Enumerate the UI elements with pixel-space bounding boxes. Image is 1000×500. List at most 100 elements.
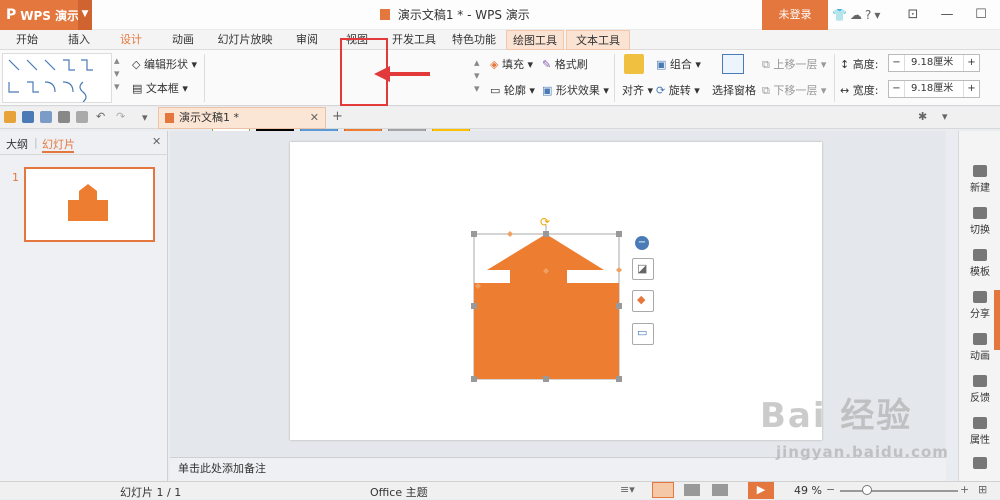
shape-effects-button[interactable]: ▣ 形状效果 ▾	[542, 82, 609, 98]
template-button[interactable]: 模板	[959, 249, 1000, 278]
width-value[interactable]: 9.18厘米	[911, 81, 953, 97]
shape-edit-float-button[interactable]: ◪	[632, 258, 654, 280]
divider: |	[34, 136, 38, 149]
height-value[interactable]: 9.18厘米	[911, 55, 953, 71]
tab-outline[interactable]: 大纲	[6, 136, 28, 152]
tab-slideshow[interactable]: 幻灯片放映	[212, 30, 278, 50]
chevron-down-icon[interactable]: ▾	[874, 8, 883, 22]
slide-thumbnail[interactable]	[24, 167, 155, 242]
close-icon[interactable]: ✕	[152, 135, 161, 148]
width-decrease-button[interactable]: −	[889, 81, 905, 97]
watermark-url: jingyan.baidu.com	[776, 443, 949, 461]
baidu-watermark: Bai 经验 jingyan.baidu.com	[760, 388, 1000, 488]
reading-view-icon[interactable]	[712, 484, 728, 496]
undo-icon[interactable]: ↶	[96, 110, 105, 123]
document-icon	[380, 9, 390, 20]
sidebar-toggle[interactable]	[994, 290, 1000, 350]
height-label: ↕ 高度:	[840, 56, 878, 72]
slides-panel: 大纲 | 幻灯片 ✕ 1	[0, 131, 168, 481]
tab-document[interactable]: 演示文稿1 * ✕	[158, 107, 326, 129]
send-backward-button[interactable]: ⧉ 下移一层 ▾	[762, 82, 826, 98]
tab-review[interactable]: 审阅	[288, 30, 326, 50]
tab-slides[interactable]: 幻灯片	[42, 136, 75, 152]
align-icon[interactable]	[624, 54, 644, 74]
login-button[interactable]: 未登录	[762, 0, 828, 30]
redo-icon[interactable]: ↷	[116, 110, 125, 123]
width-stepper[interactable]: − 9.18厘米 +	[888, 80, 980, 98]
feedback-icon[interactable]: ☁	[850, 8, 865, 22]
group-button[interactable]: ▣ 组合 ▾	[656, 56, 701, 72]
align-label: 对齐	[622, 84, 644, 97]
format-painter-button[interactable]: ✎ 格式刷	[542, 56, 588, 72]
rotate-button[interactable]: ⟳ 旋转 ▾	[656, 82, 700, 98]
transition-icon	[973, 207, 987, 219]
transition-button[interactable]: 切换	[959, 207, 1000, 236]
width-increase-button[interactable]: +	[963, 81, 979, 97]
height-increase-button[interactable]: +	[963, 55, 979, 71]
text-box-icon: ▤	[132, 82, 146, 95]
outline-button[interactable]: ▭ 轮廓 ▾	[490, 82, 535, 98]
maximize-icon[interactable]: ☐	[964, 0, 998, 30]
minimize-icon[interactable]: —	[930, 0, 964, 30]
edit-shape-icon: ◇	[132, 58, 144, 71]
shirt-icon[interactable]: 👕	[832, 8, 850, 22]
selection-pane-button[interactable]: 选择窗格	[712, 82, 756, 98]
shape-effects-icon: ▣	[542, 84, 556, 97]
close-tab-icon[interactable]: ✕	[310, 108, 319, 128]
fill-button[interactable]: ◈ 填充 ▾	[490, 56, 533, 72]
slide-count: 幻灯片 1 / 1	[120, 486, 182, 499]
tab-design[interactable]: 设计	[112, 30, 150, 50]
bring-forward-button[interactable]: ⧉ 上移一层 ▾	[762, 56, 826, 72]
save-as-icon[interactable]	[40, 111, 52, 123]
tab-drawing-tools[interactable]: 绘图工具	[506, 30, 564, 50]
open-icon[interactable]	[4, 111, 16, 123]
selected-shape-arrow[interactable]: ⟳	[470, 212, 630, 384]
app-menu-button[interactable]: P WPS 演示 ▼	[0, 0, 92, 30]
zoom-slider[interactable]	[840, 490, 958, 492]
pin-icon[interactable]: ✱	[918, 110, 927, 123]
template-label: 模板	[970, 267, 990, 278]
height-decrease-button[interactable]: −	[889, 55, 905, 71]
print-icon[interactable]	[58, 111, 70, 123]
tab-home[interactable]: 开始	[8, 30, 46, 50]
width-label-text: 宽度:	[852, 84, 879, 97]
quick-access-toolbar: ↶ ↷ ▾ 演示文稿1 * ✕ + ✱ ▾	[0, 107, 1000, 129]
tab-developer[interactable]: 开发工具	[388, 30, 440, 50]
window-title: 演示文稿1 * - WPS 演示	[380, 0, 530, 30]
tab-insert[interactable]: 插入	[60, 30, 98, 50]
collapse-icon[interactable]: −	[635, 236, 649, 250]
style-gallery-more-icon[interactable]: ▴ ▾ ▾	[474, 56, 480, 95]
divider	[614, 54, 615, 102]
watermark-logo: Bai 经验	[760, 396, 913, 436]
tab-features[interactable]: 特色功能	[448, 30, 500, 50]
tab-text-tools[interactable]: 文本工具	[566, 30, 630, 50]
new-button[interactable]: 新建	[959, 165, 1000, 194]
preview-icon[interactable]	[76, 111, 88, 123]
chevron-down-icon[interactable]: ▾	[942, 110, 948, 123]
notes-toggle-icon[interactable]: ≡▾	[620, 483, 635, 496]
tab-animation[interactable]: 动画	[164, 30, 202, 50]
new-tab-icon[interactable]: +	[332, 109, 343, 124]
send-backward-icon: ⧉	[762, 84, 774, 97]
window-controls: ⊡ — ☐ ✕	[896, 0, 1000, 30]
sorter-view-icon[interactable]	[684, 484, 700, 496]
template-icon	[973, 249, 987, 261]
align-button[interactable]: 对齐 ▾	[622, 82, 653, 98]
outline-float-button[interactable]: ▭	[632, 323, 654, 345]
save-icon[interactable]	[22, 111, 34, 123]
chevron-down-icon[interactable]: ▼	[78, 0, 92, 30]
normal-view-icon[interactable]	[652, 482, 674, 498]
edit-shape-button[interactable]: ◇ 编辑形状 ▾	[132, 56, 197, 72]
gallery-scroll-icon[interactable]: ▴ ▾ ▾	[114, 54, 120, 93]
height-stepper[interactable]: − 9.18厘米 +	[888, 54, 980, 72]
fill-icon: ◈	[490, 58, 502, 71]
restore-ribbon-icon[interactable]: ⊡	[896, 0, 930, 30]
red-arrow-icon	[374, 66, 430, 82]
document-icon	[165, 113, 174, 123]
text-box-button[interactable]: ▤ 文本框 ▾	[132, 80, 188, 96]
selection-pane-icon[interactable]	[722, 54, 744, 74]
chevron-down-icon[interactable]: ▾	[142, 111, 148, 124]
fill-float-button[interactable]: ◆	[632, 290, 654, 312]
shape-gallery[interactable]	[2, 53, 112, 103]
help-icon[interactable]: ?	[865, 8, 874, 22]
